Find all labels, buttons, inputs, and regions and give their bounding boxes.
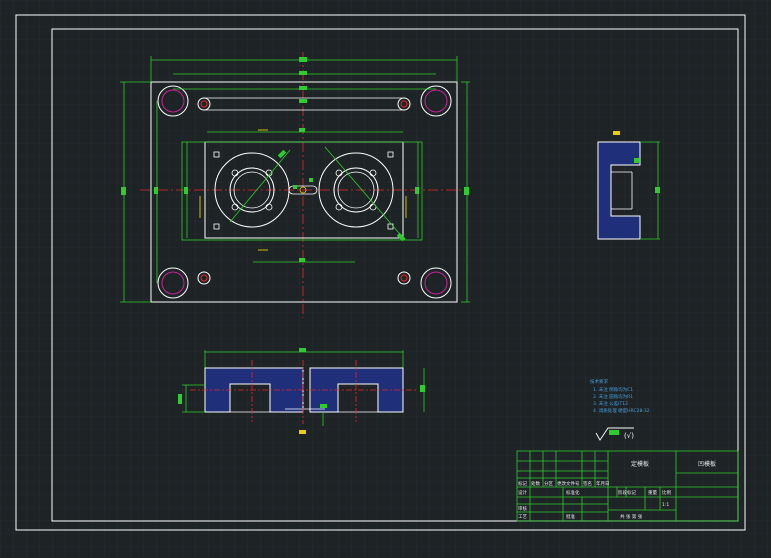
tech-note-1: 1. 未注 倒角均为C1 [593,386,633,393]
col-date: 年月日 [596,480,610,487]
col-sign: 签名 [583,480,592,487]
tech-note-4: 4. 调质处理 硬度HRC28-32 [593,407,650,414]
cad-drawing-canvas[interactable]: 技术要求 1. 未注 倒角均为C1 2. 未注 圆角均为R1 3. 未注 公差I… [0,0,771,558]
label-standardization: 标准化 [566,489,580,496]
label-scale: 比例 [662,489,671,496]
label-review: 审核 [518,505,527,512]
col-change-doc: 更改文件号 [557,480,580,487]
label-weight: 重量 [648,489,657,496]
section-label-marker-bottom [299,430,306,434]
tech-notes-title: 技术要求 [590,378,608,385]
tech-note-3: 3. 未注 公差IT12 [593,400,628,407]
label-design: 设计 [518,489,527,496]
grid [0,0,771,558]
roughness-note: (√) [624,432,634,440]
tech-note-2: 2. 未注 圆角均为R1 [593,393,633,400]
drawing-number: 凹模板 [698,460,716,468]
label-process: 工艺 [518,514,527,520]
col-mark: 标记 [518,480,527,487]
label-approve: 批准 [566,513,575,520]
sheet-info: 共 张 第 张 [620,513,643,520]
label-stage: 阶段标记 [618,489,636,496]
drawing-name: 定模板 [631,460,649,468]
col-zone: 分区 [544,480,553,487]
col-count: 处数 [531,480,540,487]
scale-value: 1:1 [662,502,669,508]
section-label-marker [613,131,620,135]
